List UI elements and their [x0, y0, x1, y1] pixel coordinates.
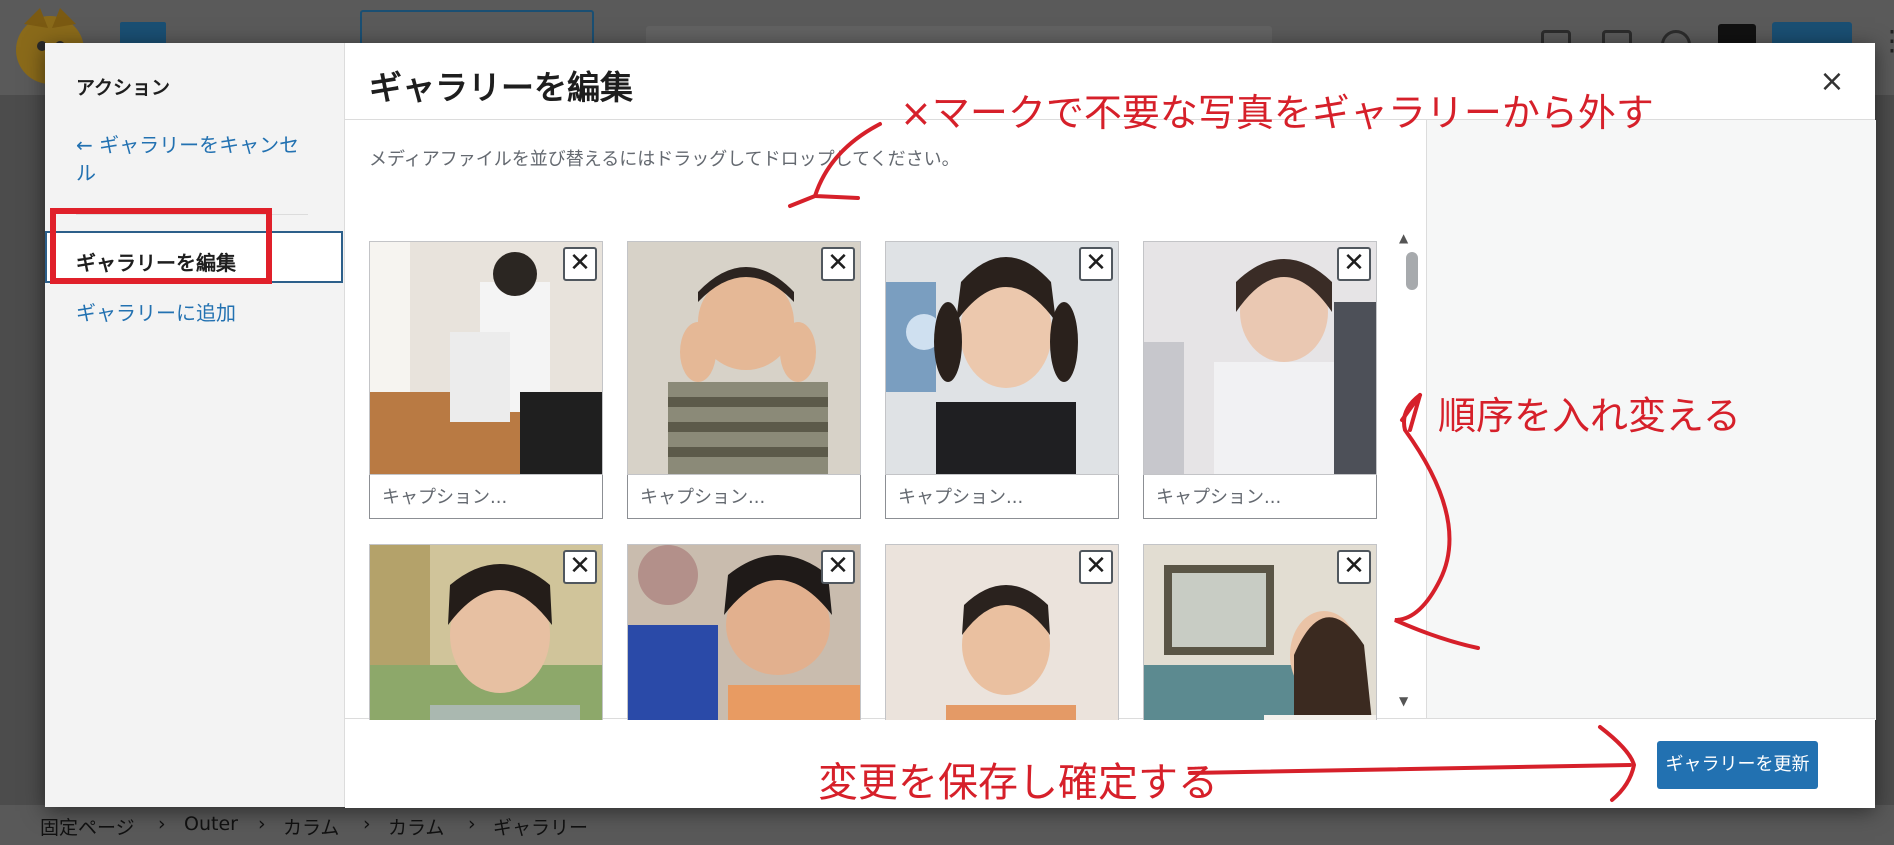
annotation-remove-note: ×マークで不要な写真をギャラリーから外す: [900, 91, 1654, 135]
breadcrumb-separator-icon: ›: [158, 813, 166, 835]
gallery-item[interactable]: ✕ キャプション...: [369, 241, 603, 521]
modal-sidebar: アクション ← ギャラリーをキャンセル ギャラリーを編集 ギャラリーに追加: [45, 43, 345, 807]
remove-photo-icon[interactable]: ✕: [1337, 550, 1371, 584]
highlight-box: [50, 208, 272, 284]
breadcrumb-item[interactable]: Outer: [184, 813, 238, 835]
gallery-grid: ✕ キャプション... ✕ キャプション... ✕ キャプション... ✕ キャ…: [369, 241, 1405, 720]
breadcrumb-separator-icon: ›: [468, 813, 476, 835]
annotation-reorder-note: 順序を入れ変える: [1438, 394, 1741, 438]
caption-field[interactable]: キャプション...: [627, 475, 861, 519]
sidebar-item-add-to-gallery[interactable]: ギャラリーに追加: [76, 297, 236, 326]
scroll-up-icon[interactable]: ▲: [1399, 231, 1408, 245]
gallery-item[interactable]: ✕: [885, 544, 1119, 720]
breadcrumb: 固定ページ › Outer › カラム › カラム › ギャラリー: [0, 805, 1894, 845]
caption-field[interactable]: キャプション...: [369, 475, 603, 519]
scroll-down-icon[interactable]: ▼: [1399, 694, 1408, 708]
gallery-item[interactable]: ✕ キャプション...: [885, 241, 1119, 521]
breadcrumb-separator-icon: ›: [363, 813, 371, 835]
caption-field[interactable]: キャプション...: [885, 475, 1119, 519]
caption-field[interactable]: キャプション...: [1143, 475, 1377, 519]
remove-photo-icon[interactable]: ✕: [563, 247, 597, 281]
gallery-item[interactable]: ✕: [627, 544, 861, 720]
more-options-icon[interactable]: ⋮: [1878, 26, 1894, 56]
gallery-scrollbar[interactable]: [1406, 252, 1418, 290]
remove-photo-icon[interactable]: ✕: [1337, 247, 1371, 281]
update-gallery-button[interactable]: ギャラリーを更新: [1657, 741, 1818, 789]
modal-title: ギャラリーを編集: [369, 68, 633, 107]
sidebar-heading: アクション: [76, 77, 171, 99]
drag-instructions: メディアファイルを並び替えるにはドラッグしてドロップしてください。: [369, 149, 960, 170]
cancel-gallery-link[interactable]: ← ギャラリーをキャンセル: [76, 131, 316, 187]
remove-photo-icon[interactable]: ✕: [821, 550, 855, 584]
breadcrumb-item[interactable]: カラム: [283, 813, 339, 840]
breadcrumb-item[interactable]: ギャラリー: [493, 813, 588, 840]
annotation-save-note: 変更を保存し確定する: [818, 760, 1218, 806]
remove-photo-icon[interactable]: ✕: [1079, 550, 1113, 584]
gallery-item[interactable]: ✕ キャプション...: [627, 241, 861, 521]
breadcrumb-item[interactable]: カラム: [388, 813, 444, 840]
breadcrumb-item[interactable]: 固定ページ: [40, 813, 135, 840]
remove-photo-icon[interactable]: ✕: [821, 247, 855, 281]
breadcrumb-separator-icon: ›: [258, 813, 266, 835]
gallery-item[interactable]: ✕: [369, 544, 603, 720]
gallery-item[interactable]: ✕: [1143, 544, 1377, 720]
close-icon[interactable]: ×: [1815, 65, 1849, 99]
remove-photo-icon[interactable]: ✕: [1079, 247, 1113, 281]
gallery-item[interactable]: ✕ キャプション...: [1143, 241, 1377, 521]
remove-photo-icon[interactable]: ✕: [563, 550, 597, 584]
